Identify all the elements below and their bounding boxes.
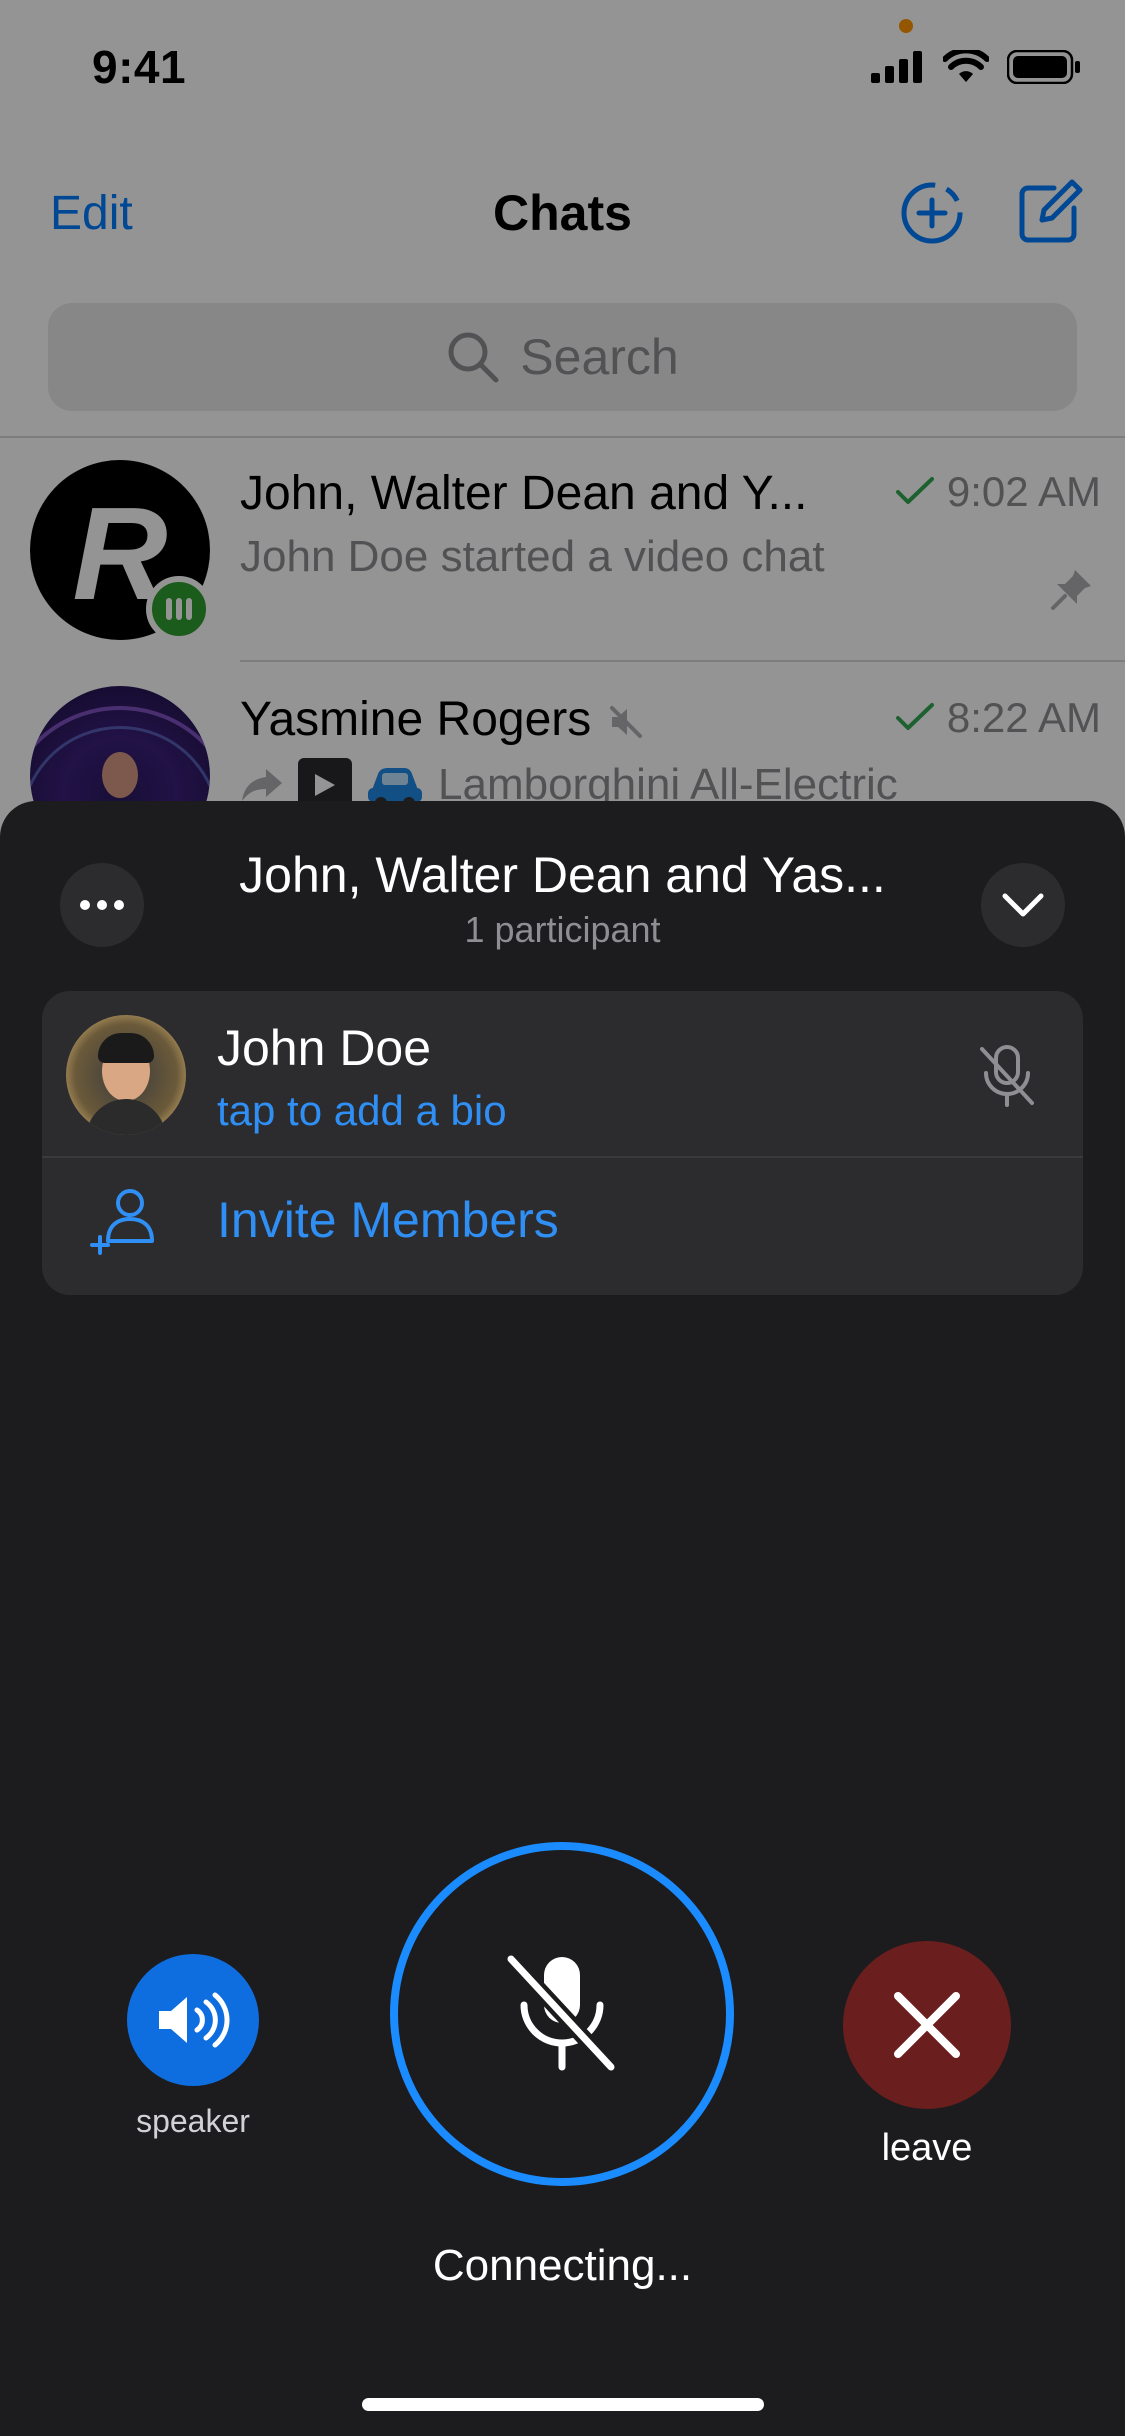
mic-off-icon	[503, 1951, 619, 2075]
collapse-button[interactable]	[981, 863, 1065, 947]
voice-chat-sheet: John, Walter Dean and Yas... 1 participa…	[0, 801, 1125, 2436]
close-icon	[894, 1992, 960, 2058]
more-dots-icon	[97, 900, 107, 910]
leave-label: leave	[881, 2127, 973, 2169]
avatar[interactable]	[66, 1015, 186, 1135]
speaker-icon	[159, 1992, 230, 2048]
home-indicator	[362, 2398, 764, 2411]
chevron-down-icon	[1002, 893, 1044, 917]
more-options-button[interactable]	[60, 863, 144, 947]
add-bio-link[interactable]: tap to add a bio	[217, 1087, 507, 1135]
speaker-label: speaker	[136, 2103, 250, 2139]
leave-button[interactable]	[843, 1941, 1011, 2109]
add-person-icon	[90, 1189, 154, 1255]
mute-toggle-button[interactable]	[390, 1842, 734, 2186]
mic-muted-icon	[980, 1045, 1034, 1107]
more-dots-icon	[80, 900, 90, 910]
participant-name: John Doe	[217, 1020, 432, 1076]
divider	[42, 1156, 1083, 1158]
invite-members-button[interactable]: Invite Members	[217, 1191, 559, 1249]
more-dots-icon	[114, 900, 124, 910]
connection-status: Connecting...	[432, 2241, 693, 2290]
voice-chat-title: John, Walter Dean and Yas...	[239, 847, 886, 903]
participant-count: 1 participant	[464, 909, 661, 950]
speaker-button[interactable]	[127, 1954, 259, 2086]
participants-card: John Doe tap to add a bio Invite Members	[42, 991, 1083, 1295]
